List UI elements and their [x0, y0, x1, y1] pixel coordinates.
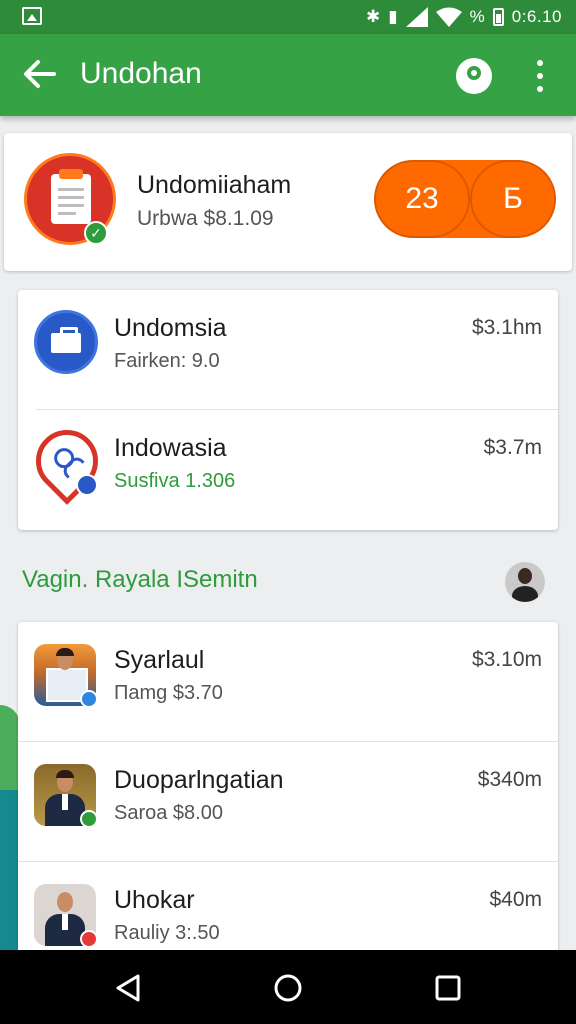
pill-left-segment[interactable]: 23: [374, 160, 470, 238]
more-vert-icon[interactable]: [528, 58, 552, 94]
contacts-card: Syarlaul Пamg $3.70 $3.10m Duoparlngatia…: [18, 622, 558, 962]
badge-icon: [80, 810, 98, 828]
side-decor: [0, 790, 20, 950]
list-item-title: Duoparlngatian: [114, 766, 284, 794]
badge-icon: [80, 930, 98, 948]
navigate-badge-icon: [76, 474, 98, 496]
list-item[interactable]: Indowasia Susfiva 1.306 $3.7m: [18, 410, 558, 530]
summary-card[interactable]: ✓ Undomiiaham Urbwa $8.1.09 23 Б: [4, 133, 572, 271]
status-icons: ✱ ▮ % 0:6.10: [366, 5, 562, 29]
wifi-icon: [435, 7, 462, 27]
list-item-amount: $340m: [477, 768, 542, 791]
clock: 0:6.10: [511, 7, 562, 26]
summary-name: Undomiiaham: [137, 171, 292, 199]
list-item-subtitle: Пamg $3.70: [114, 682, 223, 704]
avatar[interactable]: [505, 562, 545, 602]
section-title: Vagin. Rayala ISemitn: [22, 566, 258, 593]
vibrate-icon: ▮: [388, 7, 398, 26]
list-item-subtitle: Saroa $8.00: [114, 802, 223, 824]
list-item-title: Syarlaul: [114, 646, 205, 674]
cell-signal-icon: [405, 7, 428, 27]
location-pin-icon: [23, 417, 111, 505]
nav-home-icon[interactable]: [268, 968, 308, 1008]
briefcase-icon: [34, 310, 98, 374]
list-item-subtitle: Rauliy 3:.50: [114, 922, 220, 944]
gallery-notification-icon: [22, 7, 42, 25]
badge-icon: [80, 690, 98, 708]
list-item-subtitle: Susfiva 1.306: [114, 470, 236, 492]
status-bar: ✱ ▮ % 0:6.10: [0, 0, 576, 34]
arrow-left-icon[interactable]: [20, 54, 60, 94]
list-item-amount: $3.7m: [483, 436, 542, 459]
summary-subtitle: Urbwa $8.1.09: [137, 207, 274, 230]
battery-icon: [492, 8, 504, 26]
accounts-card: Undomsia Fairken: 9.0 $3.1hm Indowasia S…: [18, 290, 558, 530]
check-icon: ✓: [84, 221, 108, 245]
bluetooth-icon: ✱: [366, 7, 381, 26]
list-item-title: Uhokar: [114, 886, 195, 914]
list-item-title: Indowasia: [114, 434, 227, 462]
pill-right-segment[interactable]: Б: [470, 160, 556, 238]
list-item-amount: $3.1hm: [471, 316, 542, 339]
nav-back-icon[interactable]: [108, 968, 148, 1008]
system-nav-bar: [0, 950, 576, 1024]
summary-toggle[interactable]: 23 Б: [374, 160, 556, 238]
list-item-title: Undomsia: [114, 314, 227, 342]
app-bar: Undohan: [0, 34, 576, 116]
list-item-subtitle: Fairken: 9.0: [114, 350, 220, 372]
app-title: Undohan: [80, 57, 202, 90]
list-item[interactable]: Undomsia Fairken: 9.0 $3.1hm: [34, 290, 558, 410]
battery-percent-text: %: [469, 7, 485, 26]
list-item-amount: $40m: [489, 888, 542, 911]
nav-recents-icon[interactable]: [428, 968, 468, 1008]
list-item-amount: $3.10m: [471, 648, 542, 671]
list-item[interactable]: Duoparlngatian Saroa $8.00 $340m: [18, 742, 558, 862]
list-item[interactable]: Syarlaul Пamg $3.70 $3.10m: [18, 622, 558, 742]
account-location-icon[interactable]: [456, 58, 492, 94]
side-decor: [0, 705, 20, 795]
